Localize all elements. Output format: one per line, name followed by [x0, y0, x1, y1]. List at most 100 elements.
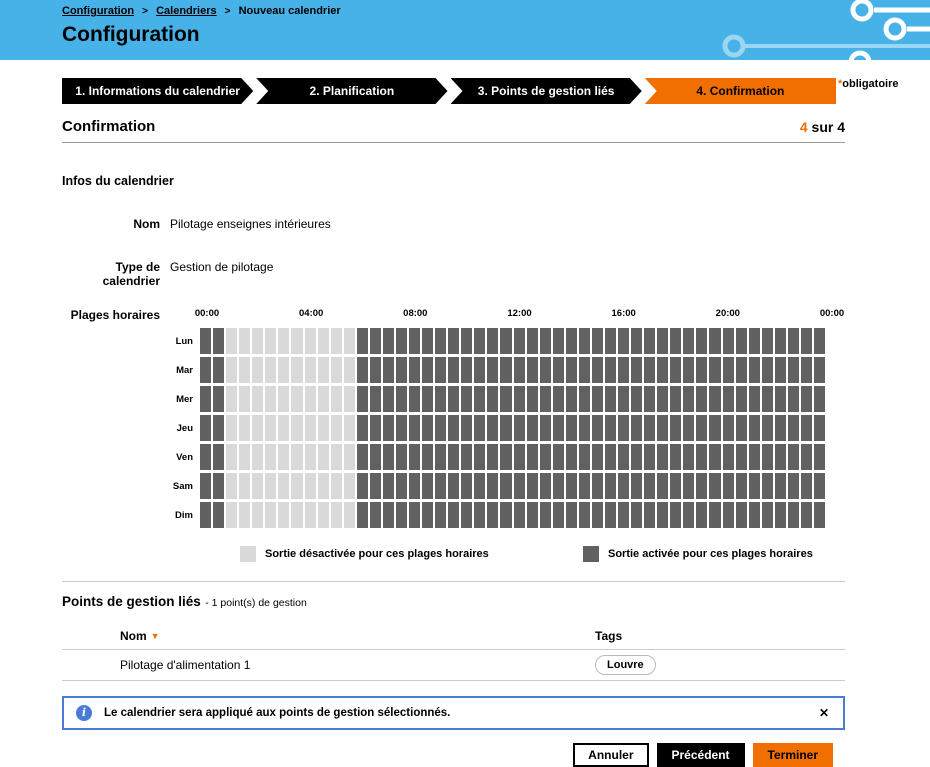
schedule-cell: [814, 502, 825, 528]
schedule-cells: [200, 415, 825, 441]
schedule-cell: [474, 502, 485, 528]
schedule-cell: [749, 386, 760, 412]
breadcrumb-separator: >: [225, 6, 231, 17]
schedule-cell: [357, 386, 368, 412]
info-banner-text: Le calendrier sera appliqué aux points d…: [104, 707, 805, 719]
schedule-cell: [252, 386, 263, 412]
schedule-cell: [696, 386, 707, 412]
section-title: Confirmation: [62, 118, 155, 135]
schedule-cell: [396, 502, 407, 528]
time-axis-label: 04:00: [299, 308, 323, 319]
schedule-cell: [631, 502, 642, 528]
schedule-cell: [200, 502, 211, 528]
schedule-cell: [265, 473, 276, 499]
schedule-cell: [736, 386, 747, 412]
schedule-cell: [801, 444, 812, 470]
schedule-cell: [474, 386, 485, 412]
schedule-cell: [422, 328, 433, 354]
column-header-nom[interactable]: Nom▼: [62, 623, 595, 649]
schedule-cell: [657, 444, 668, 470]
schedule-cell: [200, 386, 211, 412]
points-count: - 1 point(s) de gestion: [205, 597, 307, 609]
schedule-cell: [670, 502, 681, 528]
row-nom-cell: Pilotage d'alimentation 1: [62, 649, 595, 680]
schedule-cell: [500, 415, 511, 441]
schedule-cell: [605, 473, 616, 499]
schedule-cell: [318, 328, 329, 354]
breadcrumb-link-configuration[interactable]: Configuration: [62, 5, 134, 17]
wizard-step-2[interactable]: 2. Planification: [256, 78, 447, 104]
schedule-cell: [357, 415, 368, 441]
schedule-cell: [331, 444, 342, 470]
schedule-cell: [500, 328, 511, 354]
schedule-cell: [305, 473, 316, 499]
schedule-cell: [213, 386, 224, 412]
wizard-step-4-active[interactable]: 4. Confirmation: [645, 78, 836, 104]
schedule-cell: [344, 328, 355, 354]
schedule-cell: [435, 473, 446, 499]
schedule-cell: [644, 415, 655, 441]
points-section-title: Points de gestion liés - 1 point(s) de g…: [62, 593, 845, 611]
schedule-label: Plages horaires: [62, 308, 160, 531]
schedule-cell: [422, 415, 433, 441]
schedule-row: Mer: [170, 386, 845, 412]
schedule-cell: [422, 473, 433, 499]
schedule-cell: [709, 328, 720, 354]
schedule-cell: [291, 502, 302, 528]
close-icon[interactable]: ✕: [817, 706, 831, 720]
wizard-step-1[interactable]: 1. Informations du calendrier: [62, 78, 253, 104]
schedule-cell: [474, 473, 485, 499]
schedule-cell: [422, 386, 433, 412]
schedule-cell: [226, 328, 237, 354]
schedule-cell: [291, 415, 302, 441]
schedule-cell: [579, 328, 590, 354]
schedule-cell: [318, 415, 329, 441]
schedule-cell: [566, 444, 577, 470]
schedule-cell: [448, 415, 459, 441]
page-title: Configuration: [62, 23, 930, 47]
time-axis-label: 12:00: [507, 308, 531, 319]
schedule-cells: [200, 444, 825, 470]
schedule-cell: [409, 357, 420, 383]
schedule-cell: [696, 502, 707, 528]
schedule-cell: [736, 444, 747, 470]
breadcrumb-link-calendriers[interactable]: Calendriers: [156, 5, 217, 17]
schedule-cell: [252, 415, 263, 441]
schedule-cell: [422, 357, 433, 383]
schedule-cell: [514, 328, 525, 354]
schedule-cell: [579, 357, 590, 383]
info-icon: i: [76, 705, 92, 721]
schedule-cell: [788, 473, 799, 499]
wizard-step-3[interactable]: 3. Points de gestion liés: [451, 78, 642, 104]
schedule-cell: [318, 473, 329, 499]
schedule-cell: [448, 473, 459, 499]
schedule-cell: [265, 444, 276, 470]
schedule-cell: [670, 328, 681, 354]
schedule-cell: [605, 328, 616, 354]
points-section: Points de gestion liés - 1 point(s) de g…: [62, 581, 845, 681]
schedule-cell: [226, 357, 237, 383]
schedule-cell: [801, 473, 812, 499]
day-label: Lun: [170, 336, 200, 347]
schedule-cell: [644, 357, 655, 383]
breadcrumb: Configuration > Calendriers > Nouveau ca…: [62, 5, 930, 17]
schedule-cell: [762, 473, 773, 499]
schedule-cell: [801, 328, 812, 354]
schedule-cell: [618, 386, 629, 412]
field-nom-label: Nom: [62, 217, 160, 231]
schedule-cell: [553, 473, 564, 499]
schedule-cell: [657, 328, 668, 354]
schedule-cell: [305, 444, 316, 470]
schedule-cell: [370, 357, 381, 383]
schedule-cell: [527, 357, 538, 383]
schedule-cell: [723, 444, 734, 470]
schedule-row: Lun: [170, 328, 845, 354]
schedule-cell: [749, 502, 760, 528]
schedule-cell: [344, 386, 355, 412]
schedule-cell: [487, 328, 498, 354]
schedule-cell: [579, 502, 590, 528]
schedule-cell: [278, 502, 289, 528]
schedule-cell: [331, 328, 342, 354]
schedule-cell: [631, 386, 642, 412]
schedule-cell: [422, 444, 433, 470]
